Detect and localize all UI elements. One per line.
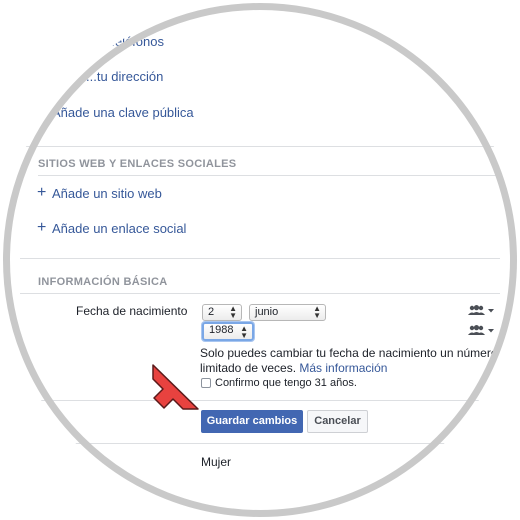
websites-section-title: SITIOS WEB Y ENLACES SOCIALES [38, 158, 237, 170]
public-key-link[interactable]: Añade una clave pública [52, 105, 194, 120]
basic-info-divider [20, 293, 500, 294]
month-value: junio [255, 306, 279, 318]
add-website-link[interactable]: Añade un sitio web [52, 186, 162, 201]
save-changes-button[interactable]: Guardar cambios [201, 410, 303, 433]
birth-date-label: Fecha de nacimiento [76, 304, 188, 318]
section-divider [20, 146, 500, 147]
month-select[interactable]: junio ▲ ▼ [249, 304, 326, 321]
actions-divider [20, 400, 500, 401]
section-divider [20, 443, 500, 444]
screenshot-stage: ...eléfonos ...tu dirección Añade una cl… [0, 0, 520, 520]
birthdate-note-line2: limitado de veces. Más información [200, 361, 387, 376]
red-arrow-icon [152, 364, 199, 410]
friends-audience-icon [468, 325, 494, 335]
day-select[interactable]: 2 ▲ ▼ [202, 304, 242, 321]
select-arrows-icon: ▲ ▼ [240, 324, 248, 340]
add-social-link[interactable]: Añade un enlace social [52, 221, 186, 236]
note-text: limitado de veces. [200, 361, 297, 375]
select-arrows-icon: ▲ ▼ [313, 304, 321, 320]
gender-value: Mujer [201, 455, 232, 469]
year-select[interactable]: 1988 ▲ ▼ [202, 322, 254, 341]
audience-selector[interactable] [468, 305, 494, 319]
confirm-age-checkbox[interactable] [201, 378, 211, 388]
more-info-link[interactable]: Más información [299, 361, 387, 375]
day-value: 2 [208, 306, 215, 318]
select-arrows-icon: ▲ ▼ [229, 304, 237, 320]
address-link[interactable]: ...tu dirección [86, 69, 163, 84]
basic-info-section-title: INFORMACIÓN BÁSICA [38, 276, 168, 288]
section-divider [20, 258, 500, 259]
confirm-age-label: Confirmo que tengo 31 años. [215, 377, 357, 389]
birthdate-note-line1: Solo puedes cambiar tu fecha de nacimien… [200, 346, 498, 360]
settings-panel: ...eléfonos ...tu dirección Añade una cl… [0, 0, 520, 520]
plus-icon: + [37, 184, 47, 201]
friends-audience-icon [468, 305, 494, 315]
year-value: 1988 [209, 324, 234, 336]
circular-crop: ...eléfonos ...tu dirección Añade una cl… [0, 0, 520, 520]
phones-link[interactable]: ...eléfonos [104, 34, 164, 49]
websites-divider [38, 175, 500, 176]
audience-selector[interactable] [468, 325, 494, 339]
cancel-button[interactable]: Cancelar [307, 410, 368, 433]
plus-icon: + [37, 219, 47, 236]
